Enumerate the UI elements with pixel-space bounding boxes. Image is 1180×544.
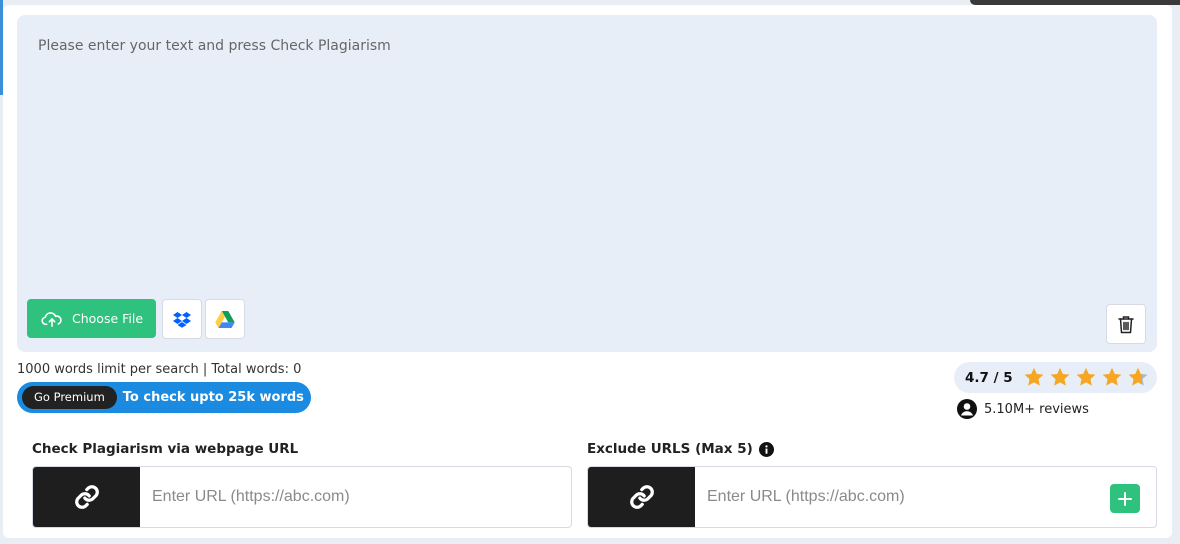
word-limit-text: 1000 words limit per search | Total word… — [17, 362, 302, 377]
url-check-field — [32, 466, 572, 528]
choose-file-label: Choose File — [72, 311, 144, 326]
exclude-url-input[interactable] — [695, 467, 1156, 527]
text-input[interactable] — [17, 15, 1157, 295]
dropbox-icon — [173, 311, 191, 328]
choose-file-button[interactable]: Choose File — [27, 299, 156, 338]
link-icon — [629, 485, 654, 509]
star-icon — [1076, 367, 1096, 386]
google-drive-icon — [215, 310, 235, 328]
exclude-urls-field — [587, 466, 1157, 528]
trash-icon — [1118, 315, 1134, 333]
star-icon — [1024, 367, 1044, 386]
url-check-label: Check Plagiarism via webpage URL — [32, 441, 298, 457]
url-link-button[interactable] — [33, 467, 140, 527]
reviews-count: 5.10M+ reviews — [957, 399, 1089, 419]
text-editor-area: Choose File — [17, 15, 1157, 352]
url-check-input[interactable] — [140, 467, 571, 527]
user-icon — [957, 399, 977, 419]
upload-cloud-icon — [41, 311, 62, 327]
star-icon — [1102, 367, 1122, 386]
clear-text-button[interactable] — [1106, 304, 1146, 344]
exclude-link-button[interactable] — [588, 467, 695, 527]
info-icon[interactable] — [758, 441, 774, 457]
exclude-urls-label: Exclude URLS (Max 5) — [587, 441, 774, 457]
premium-text: To check upto 25k words — [122, 390, 304, 405]
star-icon — [1050, 367, 1070, 386]
dropbox-button[interactable] — [162, 299, 202, 339]
url-check-label-text: Check Plagiarism via webpage URL — [32, 441, 299, 457]
star-rating — [1023, 367, 1149, 388]
go-premium-tag[interactable]: Go Premium — [22, 386, 117, 409]
partial-star-icon — [1128, 367, 1148, 386]
exclude-urls-label-text: Exclude URLS (Max 5) — [587, 441, 753, 457]
plus-icon — [1118, 491, 1132, 506]
reviews-text: 5.10M+ reviews — [984, 401, 1089, 417]
add-url-button[interactable] — [1110, 484, 1140, 513]
link-icon — [74, 485, 99, 509]
google-drive-button[interactable] — [205, 299, 245, 339]
rating-pill: 4.7 / 5 — [954, 362, 1157, 393]
checker-card: Choose File 1000 words limit per search … — [3, 5, 1172, 538]
rating-value: 4.7 / 5 — [965, 369, 1013, 386]
go-premium-banner[interactable]: Go Premium To check upto 25k words — [17, 382, 311, 413]
